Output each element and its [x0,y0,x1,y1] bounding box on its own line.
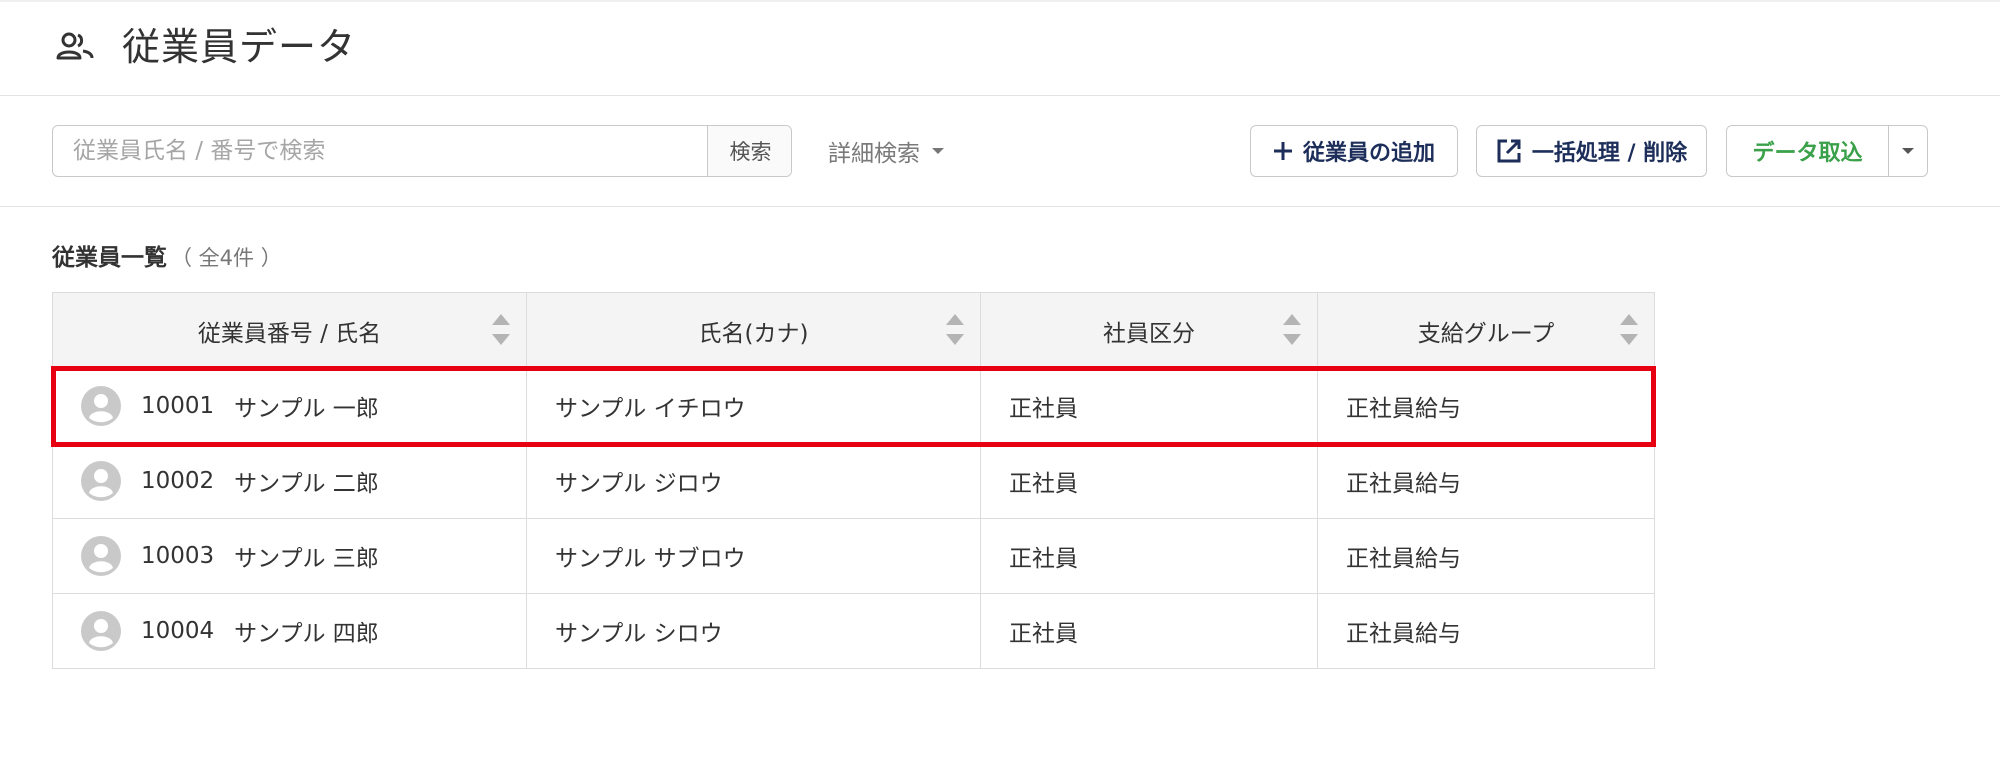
employee-number: 10001 [141,393,215,419]
employee-name[interactable]: サンプル 二郎 [234,471,379,497]
table-row[interactable]: 10003 サンプル 三郎 サンプル サブロウ 正社員 正社員給与 [52,518,1655,594]
employee-table: 従業員番号 / 氏名 氏名(カナ) 社員区分 支給グループ 10001サンプル [52,292,1655,669]
search-button[interactable]: 検索 [707,126,791,176]
column-header-label: 氏名(カナ) [698,320,809,347]
add-employee-label: 従業員の追加 [1302,141,1435,166]
caret-down-icon [1902,148,1914,154]
cell-type: 正社員 [980,443,1318,519]
bulk-action-button[interactable]: 一括処理 / 削除 [1476,125,1707,177]
import-dropdown-toggle[interactable] [1888,125,1928,177]
avatar-icon [81,611,121,651]
search-box: 検索 [52,125,792,177]
column-header-label: 支給グループ [1417,320,1555,347]
cell-group: 正社員給与 [1317,443,1655,519]
advanced-search-label: 詳細検索 [828,141,920,167]
avatar-icon [81,461,121,501]
cell-group: 正社員給与 [1317,368,1655,444]
employee-name[interactable]: サンプル 一郎 [234,396,379,422]
column-header-group[interactable]: 支給グループ [1317,292,1655,369]
cell-kana: サンプル ジロウ [526,443,981,519]
external-link-icon [1496,138,1522,164]
sort-icon[interactable] [1283,314,1301,348]
import-data-button[interactable]: データ取込 [1726,125,1889,177]
advanced-search-dropdown[interactable]: 詳細検索 [828,132,944,170]
avatar-icon [81,386,121,426]
list-title: 従業員一覧（ 全4件 ） [52,238,282,272]
bulk-action-label: 一括処理 / 削除 [1531,141,1688,166]
add-employee-button[interactable]: 従業員の追加 [1250,125,1458,177]
cell-type: 正社員 [980,593,1318,669]
users-icon [56,32,96,62]
employee-number: 10003 [141,543,215,569]
sort-icon[interactable] [946,314,964,348]
cell-group: 正社員給与 [1317,593,1655,669]
cell-kana: サンプル イチロウ [526,368,981,444]
page-title: 従業員データ [122,25,357,69]
table-header-row: 従業員番号 / 氏名 氏名(カナ) 社員区分 支給グループ [52,292,1655,369]
column-header-label: 社員区分 [1103,320,1195,347]
avatar-icon [81,536,121,576]
cell-kana: サンプル シロウ [526,593,981,669]
cell-number-name[interactable]: 10002 サンプル 二郎 [52,443,527,519]
column-header-type[interactable]: 社員区分 [980,292,1318,369]
caret-down-icon [932,148,944,154]
cell-kana: サンプル サブロウ [526,518,981,594]
column-header-kana[interactable]: 氏名(カナ) [526,292,981,369]
cell-type: 正社員 [980,518,1318,594]
employee-name[interactable]: サンプル 四郎 [234,621,379,647]
column-header-label: 従業員番号 / 氏名 [197,320,382,347]
search-input[interactable] [53,126,707,176]
employee-name[interactable]: サンプル 三郎 [234,546,379,572]
toolbar: 検索 詳細検索 従業員の追加 一括処理 / 削除 データ取込 [0,96,2000,207]
employee-number: 10004 [141,618,215,644]
column-header-number-name[interactable]: 従業員番号 / 氏名 [52,292,527,369]
cell-number-name[interactable]: 10003 サンプル 三郎 [52,518,527,594]
cell-type: 正社員 [980,368,1318,444]
list-count: （ 全4件 ） [171,246,282,270]
plus-icon [1273,141,1293,161]
table-row[interactable]: 10002 サンプル 二郎 サンプル ジロウ 正社員 正社員給与 [52,443,1655,519]
page-header: 従業員データ [0,2,2000,96]
sort-icon[interactable] [1620,314,1638,348]
cell-number-name[interactable]: 10001 サンプル 一郎 [52,368,527,444]
list-title-label: 従業員一覧 [52,245,167,271]
cell-number-name[interactable]: 10004 サンプル 四郎 [52,593,527,669]
sort-icon[interactable] [492,314,510,348]
employee-number: 10002 [141,468,215,494]
cell-group: 正社員給与 [1317,518,1655,594]
table-row[interactable]: 10001 サンプル 一郎 サンプル イチロウ 正社員 正社員給与 [52,368,1655,444]
table-row[interactable]: 10004 サンプル 四郎 サンプル シロウ 正社員 正社員給与 [52,593,1655,669]
